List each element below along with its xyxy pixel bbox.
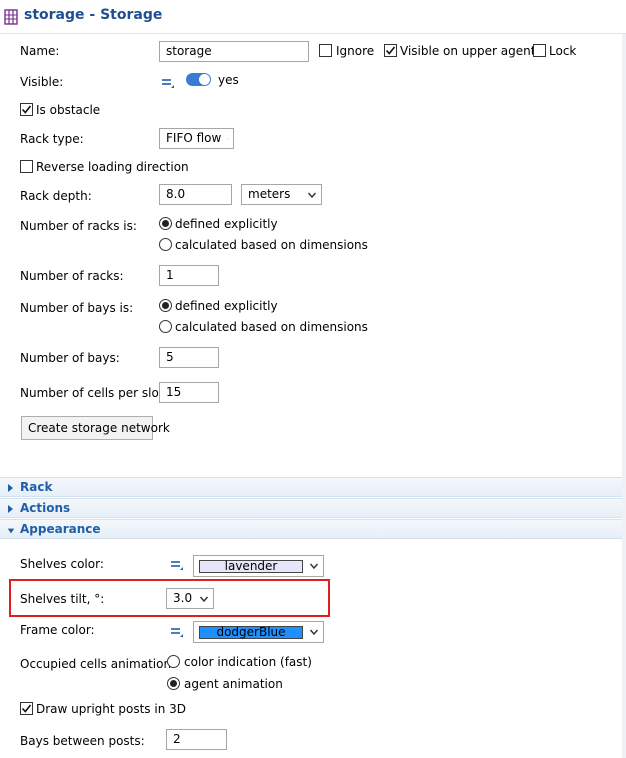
color-indication-radio[interactable] xyxy=(167,655,180,668)
bays-between-posts-label: Bays between posts: xyxy=(20,734,145,748)
chevron-down-icon xyxy=(307,192,317,198)
bays-calculated-label: calculated based on dimensions xyxy=(175,320,368,334)
panel-title: storage - Storage xyxy=(24,7,163,23)
lock-label: Lock xyxy=(549,44,577,58)
rack-type-label: Rack type: xyxy=(20,132,84,146)
num-racks-is-label: Number of racks is: xyxy=(20,219,137,233)
shelves-color-select[interactable]: lavender xyxy=(193,555,324,577)
chevron-right-icon xyxy=(8,505,13,513)
panel-header: storage - Storage xyxy=(0,0,626,34)
visible-value: yes xyxy=(218,73,239,87)
radio-dot xyxy=(162,302,169,309)
section-rack[interactable]: Rack xyxy=(0,477,622,497)
frame-color-select[interactable]: dodgerBlue xyxy=(193,621,324,643)
frame-color-swatch: dodgerBlue xyxy=(199,625,303,639)
vertical-scrollbar[interactable] xyxy=(622,34,626,758)
ignore-label: Ignore xyxy=(336,44,375,58)
bays-explicit-label: defined explicitly xyxy=(175,299,278,313)
rack-depth-input[interactable]: 8.0 xyxy=(159,184,232,205)
num-bays-is-label: Number of bays is: xyxy=(20,301,134,315)
racks-explicit-label: defined explicitly xyxy=(175,217,278,231)
reverse-loading-label: Reverse loading direction xyxy=(36,160,189,174)
section-appearance[interactable]: Appearance xyxy=(0,519,622,539)
shelves-tilt-select[interactable]: 3.0 xyxy=(166,588,214,609)
name-input[interactable]: storage xyxy=(159,41,309,62)
draw-posts-label: Draw upright posts in 3D xyxy=(36,702,186,716)
is-obstacle-checkbox[interactable] xyxy=(20,103,33,116)
visible-label: Visible: xyxy=(20,75,64,89)
radio-dot xyxy=(170,680,177,687)
num-racks-label: Number of racks: xyxy=(20,269,124,283)
rack-depth-label: Rack depth: xyxy=(20,189,92,203)
shelves-tilt-label: Shelves tilt, °: xyxy=(20,592,105,606)
dynamic-value-icon[interactable] xyxy=(161,76,175,90)
checkmark-icon xyxy=(385,46,396,55)
section-actions[interactable]: Actions xyxy=(0,498,622,518)
bays-explicit-radio[interactable] xyxy=(159,299,172,312)
section-appearance-title: Appearance xyxy=(20,522,101,536)
radio-dot xyxy=(162,220,169,227)
section-rack-title: Rack xyxy=(20,480,53,494)
chevron-down-icon xyxy=(309,563,319,570)
lock-checkbox[interactable] xyxy=(533,44,546,57)
section-actions-title: Actions xyxy=(20,501,71,515)
visible-toggle[interactable] xyxy=(186,73,211,86)
chevron-down-icon xyxy=(309,629,319,636)
checkmark-icon xyxy=(21,704,32,713)
cells-per-slot-input[interactable]: 15 xyxy=(159,382,219,403)
rack-depth-unit-value: meters xyxy=(248,187,291,201)
rack-type-value: FIFO flow xyxy=(166,131,222,145)
racks-calculated-radio[interactable] xyxy=(159,238,172,251)
num-bays-input[interactable]: 5 xyxy=(159,347,219,368)
checkmark-icon xyxy=(21,105,32,114)
agent-animation-radio[interactable] xyxy=(167,677,180,690)
name-label: Name: xyxy=(20,44,60,58)
shelves-color-swatch: lavender xyxy=(199,559,303,573)
storage-icon xyxy=(4,9,18,25)
is-obstacle-label: Is obstacle xyxy=(36,103,101,117)
occupied-animation-label: Occupied cells animation: xyxy=(20,657,176,671)
num-racks-input[interactable]: 1 xyxy=(159,265,219,286)
racks-explicit-radio[interactable] xyxy=(159,217,172,230)
bays-between-posts-input[interactable]: 2 xyxy=(166,729,227,750)
num-bays-label: Number of bays: xyxy=(20,351,120,365)
shelves-tilt-value: 3.0 xyxy=(173,591,193,605)
reverse-loading-checkbox[interactable] xyxy=(20,160,33,173)
agent-animation-label: agent animation xyxy=(184,677,283,691)
toggle-knob xyxy=(199,74,210,85)
rack-type-select[interactable]: FIFO flow xyxy=(159,128,234,149)
dynamic-value-icon[interactable] xyxy=(170,625,184,639)
color-indication-label: color indication (fast) xyxy=(184,655,312,669)
racks-calculated-label: calculated based on dimensions xyxy=(175,238,368,252)
cells-per-slot-label: Number of cells per slot: xyxy=(20,386,168,400)
visible-upper-label: Visible on upper agent xyxy=(400,44,536,58)
create-storage-network-button[interactable]: Create storage network xyxy=(21,416,170,440)
bays-calculated-radio[interactable] xyxy=(159,320,172,333)
chevron-down-icon xyxy=(227,138,229,140)
chevron-down-icon xyxy=(7,528,15,534)
frame-color-label: Frame color: xyxy=(20,623,95,637)
visible-upper-checkbox[interactable] xyxy=(384,44,397,57)
chevron-down-icon xyxy=(199,596,209,602)
dynamic-value-icon[interactable] xyxy=(170,558,184,572)
shelves-color-label: Shelves color: xyxy=(20,557,104,571)
chevron-right-icon xyxy=(8,484,13,492)
ignore-checkbox[interactable] xyxy=(319,44,332,57)
rack-depth-unit-select[interactable]: meters xyxy=(241,184,322,205)
draw-posts-checkbox[interactable] xyxy=(20,702,33,715)
